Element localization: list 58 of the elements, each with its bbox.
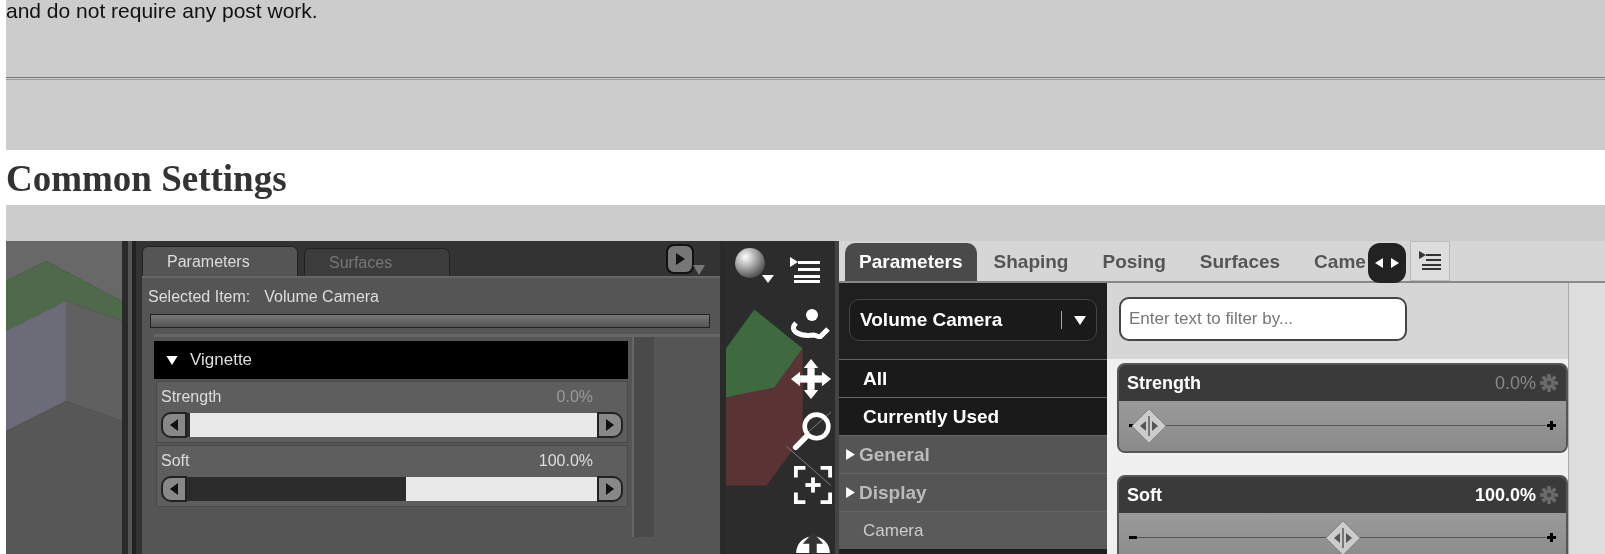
parameter-label: Strength: [1127, 372, 1202, 394]
caret-down-icon: [1074, 315, 1086, 325]
caret-right-icon: [606, 483, 614, 495]
section-heading: Common Settings: [6, 157, 288, 201]
filter-field[interactable]: Enter text to filter by...: [1119, 297, 1407, 341]
frame-icon[interactable]: [794, 466, 832, 504]
caret-right-icon: [606, 419, 614, 431]
category-item[interactable]: Display: [839, 473, 1107, 511]
scroll-right-button[interactable]: [666, 244, 694, 274]
decrement-button[interactable]: [161, 476, 187, 502]
increment-button[interactable]: [597, 476, 623, 502]
slider-track[interactable]: [1119, 401, 1566, 451]
selected-item-value: Volume Camera: [264, 288, 379, 306]
expand-icon: [845, 487, 856, 498]
plus-icon[interactable]: [1547, 533, 1556, 542]
parameter-value: 0.0%: [556, 388, 593, 406]
expand-icon: [845, 449, 856, 460]
panel-tab[interactable]: Parameters: [845, 243, 977, 281]
search-icon[interactable]: [792, 411, 832, 451]
panel-tab[interactable]: Shaping: [976, 243, 1086, 281]
intro-text: and do not require any post work.: [6, 0, 319, 22]
parameter-value: 0.0%: [1494, 372, 1536, 394]
selected-item-label: Selected Item:: [148, 288, 251, 306]
caret-left-icon: [170, 483, 178, 495]
slider-thumb[interactable]: [1324, 520, 1361, 554]
increment-button[interactable]: [597, 412, 623, 438]
menu-button[interactable]: [1409, 241, 1450, 281]
menu-icon: [1418, 251, 1441, 271]
parameter-value: 100.0%: [538, 452, 593, 470]
scrollbar[interactable]: [632, 337, 654, 537]
category-item[interactable]: Camera: [839, 511, 1107, 549]
caret-left-icon: [170, 419, 178, 431]
caret-right-icon: [675, 253, 685, 265]
category-item[interactable]: General: [839, 435, 1107, 473]
panel-tab[interactable]: Posing: [1085, 243, 1183, 281]
panel-tab[interactable]: Parameters: [142, 246, 298, 276]
parameter-label: Soft: [161, 452, 190, 470]
slider-track[interactable]: [1119, 513, 1566, 554]
node-dropdown[interactable]: Volume Camera: [849, 299, 1097, 341]
decrement-button[interactable]: [161, 412, 187, 438]
plus-icon[interactable]: [1547, 421, 1556, 430]
menu-icon[interactable]: [790, 257, 820, 283]
panel-tab[interactable]: Surfaces: [1182, 243, 1298, 281]
sphere-icon[interactable]: [734, 247, 774, 283]
parameter-label: Strength: [161, 388, 222, 406]
parameter-label: Soft: [1127, 484, 1163, 506]
expand-icon: [166, 355, 178, 365]
category-item[interactable]: Currently Used: [839, 397, 1107, 435]
scrollbar[interactable]: [1568, 283, 1605, 554]
panel-tab[interactable]: Came: [1297, 243, 1368, 281]
category-item[interactable]: All: [839, 359, 1107, 397]
orbit-icon[interactable]: [788, 309, 832, 339]
group-header[interactable]: Vignette: [154, 341, 628, 379]
move-icon[interactable]: [791, 359, 831, 399]
slider-thumb[interactable]: [1131, 408, 1167, 444]
parameter-value: 100.0%: [1474, 484, 1536, 506]
tab-scroll-buttons[interactable]: [1367, 243, 1406, 283]
splitter-handle[interactable]: [150, 314, 710, 328]
